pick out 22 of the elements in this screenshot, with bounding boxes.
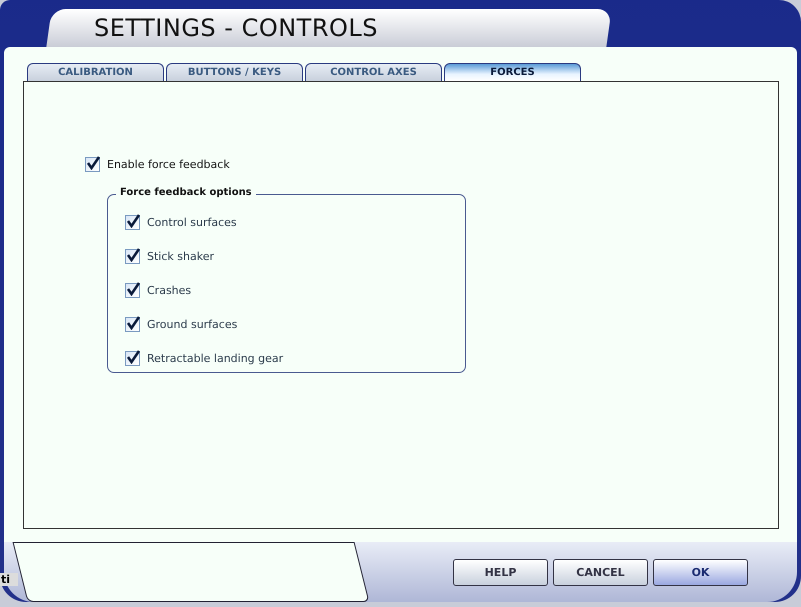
tab[interactable]: CONTROL AXES [305,63,442,81]
dialog-button[interactable]: OK [653,559,748,586]
checkbox[interactable] [125,283,140,298]
checkbox-label[interactable]: Retractable landing gear [147,352,284,365]
checkbox-label[interactable]: Control surfaces [147,216,237,229]
tab[interactable]: BUTTONS / KEYS [166,63,303,81]
dialog-button[interactable]: HELP [453,559,548,586]
window-title: SETTINGS - CONTROLS [94,14,378,42]
group-title: Force feedback options [116,187,256,198]
background-window-text: ti [0,573,18,586]
tab[interactable]: FORCES [444,63,581,81]
checkbox[interactable] [85,157,100,172]
tab[interactable]: CALIBRATION [27,63,164,81]
checkbox[interactable] [125,215,140,230]
checkbox[interactable] [125,317,140,332]
checkbox-label[interactable]: Ground surfaces [147,318,238,331]
dialog-button[interactable]: CANCEL [553,559,648,586]
checkbox-label[interactable]: Enable force feedback [107,158,230,171]
checkbox-label[interactable]: Crashes [147,284,192,297]
checkbox[interactable] [125,351,140,366]
checkbox-label[interactable]: Stick shaker [147,250,214,263]
checkbox[interactable] [125,249,140,264]
